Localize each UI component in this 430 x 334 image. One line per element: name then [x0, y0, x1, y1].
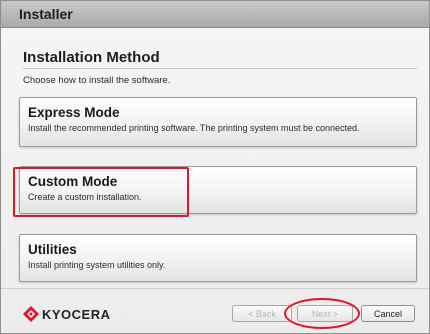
footer-divider	[1, 288, 429, 289]
utilities-description: Install printing system utilities only.	[28, 260, 166, 270]
kyocera-logo-text: KYOCERA	[42, 306, 111, 322]
express-mode-description: Install the recommended printing softwar…	[28, 123, 360, 133]
window-title: Installer	[19, 6, 73, 22]
kyocera-logo-icon	[23, 306, 39, 322]
custom-mode-button[interactable]: Custom Mode Create a custom installation…	[19, 166, 417, 214]
heading-divider	[23, 68, 417, 69]
page-heading: Installation Method	[23, 49, 160, 66]
back-button[interactable]: < Back	[232, 305, 292, 322]
express-mode-button[interactable]: Express Mode Install the recommended pri…	[19, 97, 417, 147]
installer-window: Installer Installation Method Choose how…	[0, 0, 430, 334]
custom-mode-description: Create a custom installation.	[28, 192, 142, 202]
utilities-title: Utilities	[28, 242, 77, 257]
next-button[interactable]: Next >	[297, 305, 353, 322]
express-mode-title: Express Mode	[28, 105, 120, 120]
page-instruction: Choose how to install the software.	[23, 75, 171, 86]
custom-mode-title: Custom Mode	[28, 174, 118, 189]
cancel-button[interactable]: Cancel	[361, 305, 415, 322]
title-bar: Installer	[1, 1, 429, 28]
utilities-button[interactable]: Utilities Install printing system utilit…	[19, 234, 417, 282]
kyocera-logo: KYOCERA	[23, 306, 111, 322]
